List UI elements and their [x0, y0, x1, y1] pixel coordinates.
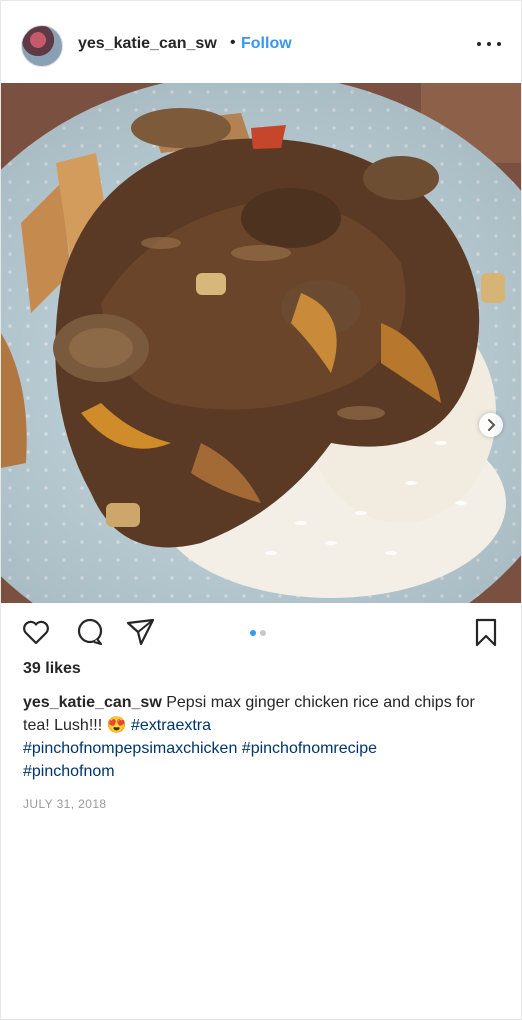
food-image	[1, 83, 521, 603]
hashtag-link[interactable]: #pinchofnomrecipe	[242, 740, 377, 757]
post-header: yes_katie_can_sw • Follow	[1, 1, 521, 84]
post-card: yes_katie_can_sw • Follow 39 likes yes_k…	[0, 0, 522, 1020]
avatar[interactable]	[21, 25, 63, 67]
chevron-right-icon	[488, 419, 496, 431]
follow-button[interactable]: Follow	[241, 35, 292, 53]
post-photo[interactable]	[1, 83, 521, 603]
heart-icon[interactable]	[19, 615, 53, 649]
comment-icon[interactable]	[73, 615, 107, 649]
likes-count[interactable]: 39 likes	[23, 660, 81, 678]
carousel-dot	[260, 630, 266, 636]
bookmark-icon[interactable]	[469, 615, 503, 649]
caption-username[interactable]: yes_katie_can_sw	[23, 694, 162, 711]
post-date[interactable]: JULY 31, 2018	[23, 797, 106, 811]
emoji: 😍	[106, 717, 127, 734]
carousel-indicator	[250, 623, 270, 641]
more-options-icon[interactable]	[475, 33, 503, 53]
hashtag-link[interactable]: #extraextra	[131, 717, 211, 734]
carousel-dot-active	[250, 630, 256, 636]
post-caption: yes_katie_can_sw Pepsi max ginger chicke…	[23, 691, 503, 783]
share-icon[interactable]	[123, 615, 157, 649]
separator-dot: •	[230, 34, 236, 51]
hashtag-link[interactable]: #pinchofnompepsimaxchicken	[23, 740, 237, 757]
carousel-next-button[interactable]	[479, 413, 503, 437]
username[interactable]: yes_katie_can_sw	[78, 35, 217, 53]
hashtag-link[interactable]: #pinchofnom	[23, 763, 115, 780]
